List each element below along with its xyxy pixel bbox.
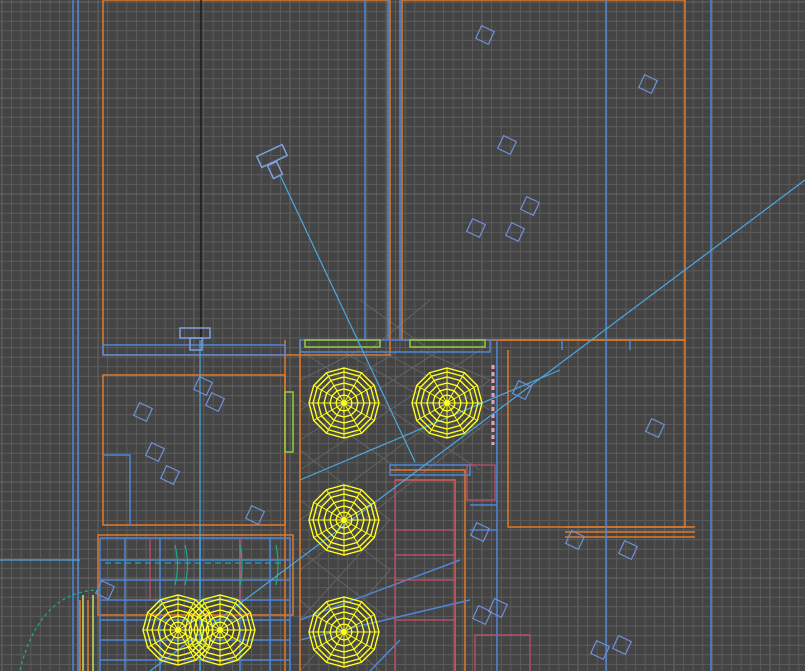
marker-icon[interactable] bbox=[496, 134, 518, 156]
marker-icon[interactable] bbox=[144, 441, 166, 463]
viewport-top[interactable] bbox=[0, 0, 805, 671]
marker-icon[interactable] bbox=[465, 217, 487, 239]
walls-blue bbox=[72, 0, 712, 671]
camera-target-lines bbox=[149, 174, 805, 671]
lamp-icon[interactable] bbox=[411, 367, 483, 439]
marker-icon[interactable] bbox=[469, 521, 491, 543]
scene-canvas[interactable] bbox=[0, 0, 805, 671]
lamp-icon[interactable] bbox=[308, 596, 380, 668]
marker-icon[interactable] bbox=[617, 539, 639, 561]
